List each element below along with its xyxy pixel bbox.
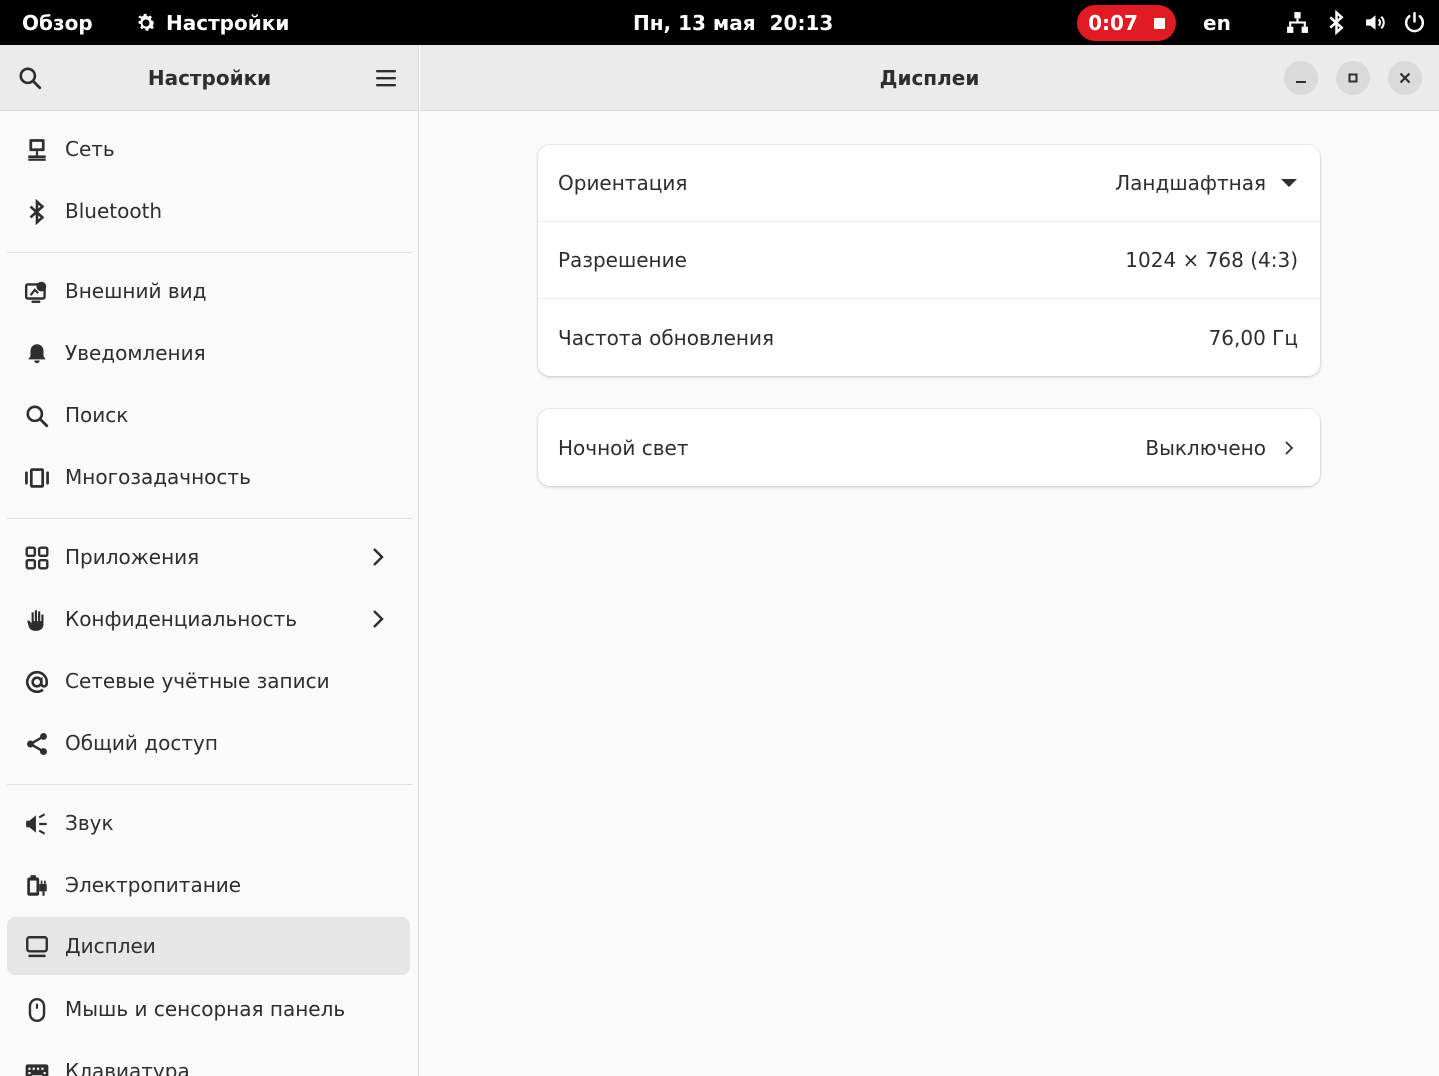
apps-grid-icon xyxy=(25,546,49,570)
search-icon[interactable] xyxy=(17,65,43,91)
wired-network-icon xyxy=(1287,12,1308,33)
orientation-dropdown[interactable]: Ландшафтная xyxy=(1115,171,1298,195)
sidebar-title: Настройки xyxy=(147,66,272,90)
sidebar-item-label: Звук xyxy=(65,811,114,835)
chevron-right-icon xyxy=(1285,440,1294,455)
sidebar-item-label: Внешний вид xyxy=(65,279,207,303)
sidebar-item-label: Мышь и сенсорная панель xyxy=(65,997,346,1021)
sidebar-item-sharing[interactable]: Общий доступ xyxy=(7,714,410,772)
at-sign-icon xyxy=(25,670,49,693)
close-button[interactable] xyxy=(1388,61,1422,95)
hand-icon xyxy=(27,610,44,631)
activities-button[interactable]: Обзор xyxy=(22,0,93,45)
refresh-rate-row[interactable]: Частота обновления 76,00 Гц xyxy=(538,299,1320,376)
orientation-label: Ориентация xyxy=(558,171,688,195)
night-light-row[interactable]: Ночной свет Выключено xyxy=(538,409,1320,486)
sidebar-item-label: Конфиденциальность xyxy=(65,607,298,631)
volume-icon xyxy=(1366,15,1385,30)
sidebar-item-online-accounts[interactable]: Сетевые учётные записи xyxy=(7,652,410,710)
sidebar-item-notifications[interactable]: Уведомления xyxy=(7,324,410,382)
sidebar-item-label: Сетевые учётные записи xyxy=(65,669,330,693)
system-menu-button[interactable] xyxy=(1285,0,1427,45)
sidebar-item-label: Bluetooth xyxy=(65,199,163,223)
minimize-icon xyxy=(1296,81,1306,83)
app-name-label: Настройки xyxy=(166,10,290,35)
sidebar-item-label: Общий доступ xyxy=(65,731,218,755)
sidebar-item-label: Клавиатура xyxy=(65,1059,190,1076)
sidebar-item-displays[interactable]: Дисплеи xyxy=(7,917,410,975)
sidebar-item-sound[interactable]: Звук xyxy=(7,794,410,852)
sidebar-item-label: Приложения xyxy=(65,545,200,569)
resolution-label: Разрешение xyxy=(558,248,687,272)
sidebar-item-multitasking[interactable]: Многозадачность xyxy=(7,448,410,506)
minimize-button[interactable] xyxy=(1284,61,1318,95)
sidebar-header: Настройки xyxy=(0,45,418,111)
resolution-row[interactable]: Разрешение 1024 × 768 (4:3) xyxy=(538,222,1320,299)
refresh-rate-value: 76,00 Гц xyxy=(1208,325,1298,350)
night-light-label: Ночной свет xyxy=(558,435,689,460)
search-icon xyxy=(26,405,49,428)
sidebar-item-power[interactable]: Электропитание xyxy=(7,856,410,914)
sidebar-item-apps[interactable]: Приложения xyxy=(7,528,410,586)
sidebar-item-keyboard[interactable]: Клавиатура xyxy=(7,1042,410,1076)
appearance-icon xyxy=(24,281,47,303)
mouse-icon xyxy=(28,997,46,1023)
dropdown-arrow-icon xyxy=(1281,179,1297,187)
clock-button[interactable]: Пн, 13 мая 20:13 xyxy=(633,0,833,45)
sidebar-item-label: Многозадачность xyxy=(65,465,251,489)
sidebar-item-label: Уведомления xyxy=(65,341,206,365)
sidebar-item-search[interactable]: Поиск xyxy=(7,386,410,444)
refresh-rate-label: Частота обновления xyxy=(558,325,774,350)
sidebar-item-label: Электропитание xyxy=(65,873,242,897)
sidebar-divider xyxy=(7,784,412,785)
keyboard-icon xyxy=(25,1064,49,1076)
maximize-button[interactable] xyxy=(1336,61,1370,95)
close-icon xyxy=(1399,72,1411,84)
sidebar-item-bluetooth[interactable]: Bluetooth xyxy=(7,182,410,240)
sidebar-item-label: Поиск xyxy=(65,403,129,427)
night-light-value: Выключено xyxy=(1145,435,1266,460)
power-icon xyxy=(1404,11,1425,33)
sidebar-divider xyxy=(7,518,412,519)
app-menu-button[interactable]: Настройки xyxy=(134,0,289,45)
maximize-icon xyxy=(1348,73,1358,83)
power-plug-icon xyxy=(27,875,47,896)
date-label: Пн, 13 мая xyxy=(633,10,756,35)
night-light-card: Ночной свет Выключено xyxy=(538,409,1320,486)
hamburger-menu-icon[interactable] xyxy=(373,66,399,90)
orientation-row[interactable]: Ориентация Ландшафтная xyxy=(538,145,1320,222)
main-header: Дисплеи xyxy=(420,45,1439,111)
time-label: 20:13 xyxy=(769,10,834,35)
orientation-value: Ландшафтная xyxy=(1115,171,1266,195)
recording-time: 0:07 xyxy=(1088,11,1138,35)
sidebar-item-label: Дисплеи xyxy=(65,934,156,958)
chevron-right-icon xyxy=(373,610,384,628)
network-icon xyxy=(28,139,46,161)
multitasking-icon xyxy=(25,468,49,488)
bell-icon xyxy=(28,344,46,364)
display-settings-card: Ориентация Ландшафтная Разрешение 1024 ×… xyxy=(538,145,1320,376)
sidebar-divider xyxy=(7,252,412,253)
bluetooth-icon xyxy=(29,199,45,225)
sidebar-item-appearance[interactable]: Внешний вид xyxy=(7,262,410,320)
stop-icon xyxy=(1153,17,1165,29)
sidebar: Настройки Сеть Bluetooth Внешний вид Уве… xyxy=(0,45,419,1076)
sidebar-item-privacy[interactable]: Конфиденциальность xyxy=(7,590,410,648)
main-content: Дисплеи Ориентация Ландшафтная Разрешени… xyxy=(420,45,1439,1076)
chevron-right-icon xyxy=(373,548,384,566)
keyboard-layout-indicator[interactable]: en xyxy=(1203,0,1231,45)
night-light-status: Выключено xyxy=(1145,436,1298,460)
speaker-icon xyxy=(26,813,47,835)
sidebar-item-network[interactable]: Сеть xyxy=(7,120,410,178)
share-icon xyxy=(27,732,47,756)
display-icon xyxy=(26,936,48,958)
sidebar-item-label: Сеть xyxy=(65,137,115,161)
top-bar: Обзор Настройки Пн, 13 мая 20:13 0:07 en xyxy=(0,0,1439,45)
bluetooth-icon xyxy=(1329,10,1344,35)
gear-icon xyxy=(138,13,156,31)
sidebar-item-mouse-touchpad[interactable]: Мышь и сенсорная панель xyxy=(7,980,410,1038)
resolution-value: 1024 × 768 (4:3) xyxy=(1125,248,1298,272)
screen-recording-indicator[interactable]: 0:07 xyxy=(1077,5,1176,41)
